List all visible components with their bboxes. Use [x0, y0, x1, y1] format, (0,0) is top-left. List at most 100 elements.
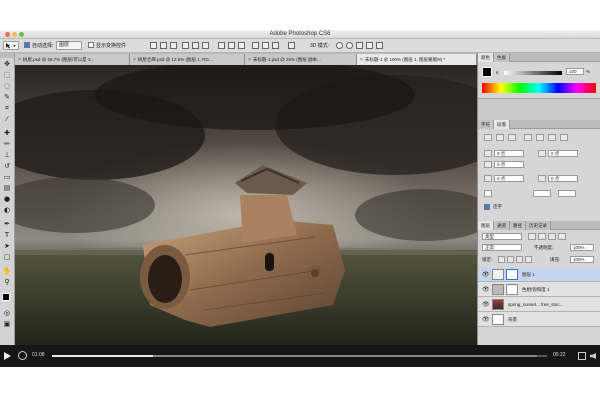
shape-tool-icon[interactable]: ▢ — [2, 253, 12, 262]
align-right-text-icon[interactable] — [508, 134, 516, 141]
tab-character[interactable]: 字符 — [478, 120, 494, 129]
tab-paths[interactable]: 路径 — [510, 221, 526, 230]
align-right-icon[interactable] — [202, 42, 209, 49]
3d-pan-icon[interactable] — [356, 42, 363, 49]
progress-track[interactable] — [52, 355, 547, 357]
gradient-tool-icon[interactable]: ▤ — [2, 184, 12, 193]
spacing-dropdown[interactable] — [533, 190, 551, 197]
space-before-field[interactable]: 0 点 — [494, 175, 524, 182]
layer-mask-thumbnail[interactable] — [506, 269, 518, 280]
quick-select-tool-icon[interactable]: ✎ — [2, 93, 12, 102]
space-after-field[interactable]: 0 点 — [548, 175, 578, 182]
space-after-icon[interactable] — [538, 175, 546, 182]
blend-mode-dropdown[interactable]: 正常 — [482, 244, 522, 251]
path-selection-tool-icon[interactable]: ➤ — [2, 242, 12, 251]
lock-pixels-icon[interactable] — [507, 256, 514, 263]
tab-document-4[interactable]: × 未标题-1 @ 100% (图层 1, 图层蒙版/8) * — [357, 54, 477, 65]
tools-panel-grip[interactable] — [0, 53, 14, 58]
layer-row-layer-1[interactable]: 👁 图层 1 — [478, 267, 600, 282]
left-indent-field[interactable]: 0 点 — [494, 150, 524, 157]
eyedropper-tool-icon[interactable]: ⁄ — [2, 115, 12, 124]
first-line-indent-field[interactable]: 0 点 — [494, 161, 524, 168]
fill-field[interactable]: 100% — [570, 256, 594, 263]
show-transform-checkbox[interactable] — [88, 42, 94, 48]
auto-select-checkbox[interactable] — [24, 42, 30, 48]
align-vcenter-icon[interactable] — [160, 42, 167, 49]
layer-mask-thumbnail[interactable] — [506, 284, 518, 295]
justify-center-icon[interactable] — [536, 134, 544, 141]
space-before-icon[interactable] — [484, 175, 492, 182]
eraser-tool-icon[interactable]: ▭ — [2, 173, 12, 182]
tab-channels[interactable]: 通道 — [494, 221, 510, 230]
k-channel-slider[interactable] — [504, 71, 562, 75]
close-tab-icon[interactable]: × — [360, 57, 363, 63]
lock-transparent-icon[interactable] — [498, 256, 505, 263]
tab-paragraph[interactable]: 段落 — [494, 120, 510, 129]
healing-brush-tool-icon[interactable]: ✚ — [2, 129, 12, 138]
panel-foreground-swatch[interactable] — [482, 67, 492, 77]
move-tool-icon[interactable]: ✥ — [2, 60, 12, 69]
tab-swatches[interactable]: 色板 — [494, 53, 510, 62]
align-left-icon[interactable] — [182, 42, 189, 49]
tab-document-3[interactable]: × 未标题-1.psd @ 25% (图层 副本... — [245, 54, 357, 65]
replay-icon[interactable] — [18, 351, 27, 360]
3d-scale-icon[interactable] — [376, 42, 383, 49]
3d-slide-icon[interactable] — [366, 42, 373, 49]
fullscreen-icon[interactable] — [578, 352, 586, 360]
zoom-tool-icon[interactable]: ⚲ — [2, 278, 12, 287]
align-bottom-icon[interactable] — [170, 42, 177, 49]
composer-dropdown[interactable] — [558, 190, 576, 197]
minimize-window-icon[interactable] — [12, 32, 17, 37]
blur-tool-icon[interactable]: ● — [2, 195, 12, 204]
k-value-field[interactable]: 100 — [566, 68, 584, 75]
lock-position-icon[interactable] — [516, 256, 523, 263]
right-indent-field[interactable]: 0 点 — [548, 150, 578, 157]
close-window-icon[interactable] — [5, 32, 10, 37]
hyphenate-checkbox[interactable] — [484, 204, 490, 210]
distribute-top-icon[interactable] — [218, 42, 225, 49]
move-tool-preset-button[interactable] — [3, 41, 19, 50]
justify-all-icon[interactable] — [560, 134, 568, 141]
screen-mode-icon[interactable]: ▣ — [2, 320, 12, 329]
play-icon[interactable] — [4, 352, 11, 360]
foreground-color-swatch[interactable] — [2, 293, 10, 301]
distribute-hcenter-icon[interactable] — [262, 42, 269, 49]
tab-document-2[interactable]: × 树屋仓库.psd @ 12.5% (图层 1, RG... — [130, 54, 245, 65]
pen-tool-icon[interactable]: ✒ — [2, 220, 12, 229]
distribute-right-icon[interactable] — [272, 42, 279, 49]
lasso-tool-icon[interactable]: ◌ — [2, 82, 12, 91]
tab-history[interactable]: 历史记录 — [526, 221, 551, 230]
distribute-vcenter-icon[interactable] — [228, 42, 235, 49]
hyphenate-toggle-icon[interactable] — [484, 190, 492, 197]
justify-right-icon[interactable] — [548, 134, 556, 141]
align-center-text-icon[interactable] — [496, 134, 504, 141]
dodge-tool-icon[interactable]: ◐ — [2, 206, 12, 215]
close-tab-icon[interactable]: × — [248, 57, 251, 63]
color-spectrum-ramp[interactable] — [482, 83, 596, 93]
marquee-tool-icon[interactable]: ⬚ — [2, 71, 12, 80]
eye-visibility-icon[interactable]: 👁 — [482, 316, 490, 323]
close-tab-icon[interactable]: × — [133, 57, 136, 63]
clone-stamp-tool-icon[interactable]: ⊥ — [2, 151, 12, 160]
eye-visibility-icon[interactable]: 👁 — [482, 271, 490, 278]
history-brush-tool-icon[interactable]: ↺ — [2, 162, 12, 171]
distribute-left-icon[interactable] — [252, 42, 259, 49]
layer-row-background[interactable]: 👁 背景 — [478, 312, 600, 327]
auto-align-icon[interactable] — [288, 42, 295, 49]
filter-adjustment-icon[interactable] — [538, 233, 546, 240]
right-indent-icon[interactable] — [538, 150, 546, 157]
zoom-window-icon[interactable] — [19, 32, 24, 37]
type-tool-icon[interactable]: T — [2, 231, 12, 240]
tab-layers[interactable]: 图层 — [478, 221, 494, 230]
align-hcenter-icon[interactable] — [192, 42, 199, 49]
filter-shape-icon[interactable] — [558, 233, 566, 240]
3d-roll-icon[interactable] — [346, 42, 353, 49]
lock-all-icon[interactable] — [525, 256, 532, 263]
justify-left-icon[interactable] — [524, 134, 532, 141]
align-left-text-icon[interactable] — [484, 134, 492, 141]
distribute-bottom-icon[interactable] — [238, 42, 245, 49]
align-top-icon[interactable] — [150, 42, 157, 49]
layer-kind-filter[interactable]: 类型 — [482, 233, 522, 240]
crop-tool-icon[interactable]: ⌗ — [2, 104, 12, 113]
first-line-indent-icon[interactable] — [484, 161, 492, 168]
